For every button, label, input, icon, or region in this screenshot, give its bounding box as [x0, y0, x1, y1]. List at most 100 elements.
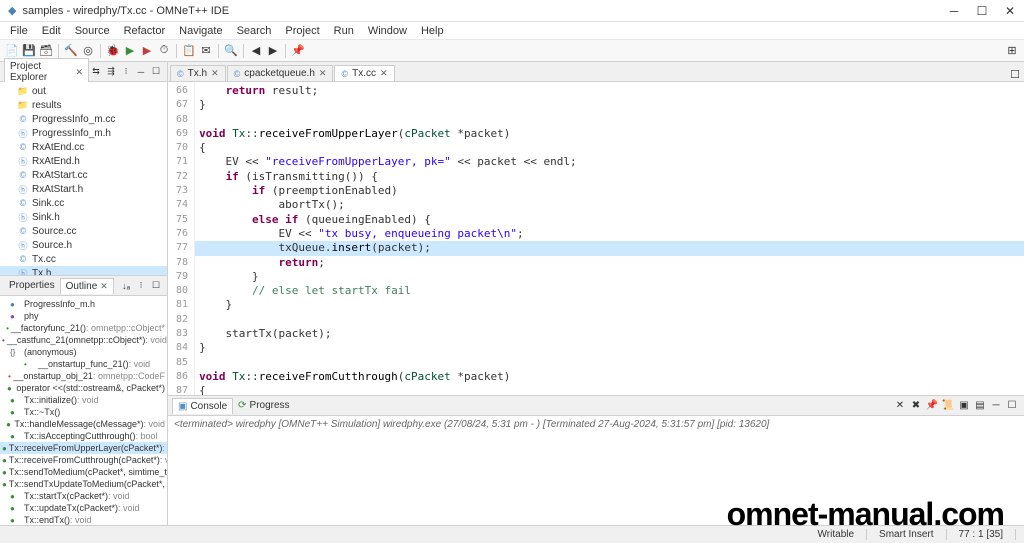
menu-file[interactable]: File — [4, 23, 34, 39]
min-icon[interactable]: ─ — [134, 65, 148, 79]
tree-item[interactable]: ⓗRxAtStart.h — [0, 182, 167, 196]
code-line[interactable]: txQueue.insert(packet); — [195, 241, 1024, 255]
outline-item[interactable]: ●Tx::isAcceptingCutthrough() : bool — [0, 430, 167, 442]
outline-item[interactable]: ●Tx::sendTxUpdateToMedium(cPacket*, si — [0, 478, 167, 490]
debug-icon[interactable]: 🐞 — [105, 43, 121, 59]
console-scroll-icon[interactable]: 📜 — [940, 398, 956, 414]
code-line[interactable]: } — [195, 341, 1024, 355]
target-icon[interactable]: ◎ — [80, 43, 96, 59]
code-line[interactable]: // else let startTx fail — [195, 284, 1024, 298]
console-pin-icon[interactable]: 📌 — [924, 398, 940, 414]
tree-item[interactable]: ©RxAtStart.cc — [0, 168, 167, 182]
code-line[interactable]: abortTx(); — [195, 198, 1024, 212]
external-icon[interactable]: ▶ — [139, 43, 155, 59]
outline-item[interactable]: ●Tx::endTx() : void — [0, 514, 167, 525]
tree-item[interactable]: ⓗSink.h — [0, 210, 167, 224]
filter-icon[interactable]: ⁝ — [119, 65, 133, 79]
code-line[interactable]: } — [195, 270, 1024, 284]
tree-item[interactable]: ©Sink.cc — [0, 196, 167, 210]
console-max-icon[interactable]: ☐ — [1004, 398, 1020, 414]
outline-item[interactable]: ●ProgressInfo_m.h — [0, 298, 167, 310]
close-icon[interactable]: ✕ — [75, 67, 83, 78]
code-line[interactable]: { — [195, 141, 1024, 155]
code-line[interactable]: return result; — [195, 84, 1024, 98]
code-line[interactable]: { — [195, 384, 1024, 395]
save-all-icon[interactable]: 🗃 — [38, 43, 54, 59]
perspective-icon[interactable]: ⊞ — [1004, 43, 1020, 59]
code-line[interactable] — [195, 313, 1024, 327]
new-icon[interactable]: 📄 — [4, 43, 20, 59]
tree-item[interactable]: ⓗSource.h — [0, 238, 167, 252]
code-line[interactable]: void Tx::receiveFromCutthrough(cPacket *… — [195, 370, 1024, 384]
code-line[interactable]: if (isTransmitting()) { — [195, 170, 1024, 184]
code-line[interactable]: } — [195, 98, 1024, 112]
outline-item[interactable]: {}(anonymous) — [0, 346, 167, 358]
code-line[interactable]: EV << "receiveFromUpperLayer, pk=" << pa… — [195, 155, 1024, 169]
outline-item[interactable]: •__factoryfunc_21() : omnetpp::cObject* — [0, 322, 167, 334]
max-icon[interactable]: ☐ — [149, 65, 163, 79]
outline-item[interactable]: ●operator <<(std::ostream&, cPacket*) — [0, 382, 167, 394]
menu-project[interactable]: Project — [279, 23, 325, 39]
maximize-button[interactable]: ☐ — [976, 5, 988, 17]
console-remove-icon[interactable]: ✖ — [908, 398, 924, 414]
outline-item[interactable]: ●Tx::startTx(cPacket*) : void — [0, 490, 167, 502]
close-icon[interactable]: ✕ — [100, 281, 108, 292]
menu-source[interactable]: Source — [69, 23, 116, 39]
code-line[interactable] — [195, 113, 1024, 127]
code-editor[interactable]: 6667686970717273747576777879808182838485… — [168, 82, 1024, 395]
outline-item[interactable]: ●Tx::handleMessage(cMessage*) : void — [0, 418, 167, 430]
progress-tab[interactable]: ⟳ Progress — [233, 398, 294, 413]
profile-icon[interactable]: ⏱ — [156, 43, 172, 59]
tree-item[interactable]: ©RxAtEnd.cc — [0, 140, 167, 154]
run-icon[interactable]: ▶ — [122, 43, 138, 59]
outline-item[interactable]: ●Tx::updateTx(cPacket*) : void — [0, 502, 167, 514]
outline-item[interactable]: ●Tx::sendToMedium(cPacket*, simtime_t) — [0, 466, 167, 478]
code-line[interactable]: if (preemptionEnabled) — [195, 184, 1024, 198]
code-line[interactable]: startTx(packet); — [195, 327, 1024, 341]
tree-item[interactable]: ©Source.cc — [0, 224, 167, 238]
editor-tab[interactable]: ©cpacketqueue.h✕ — [227, 65, 334, 81]
menu-window[interactable]: Window — [362, 23, 413, 39]
code-line[interactable]: void Tx::receiveFromUpperLayer(cPacket *… — [195, 127, 1024, 141]
menu-run[interactable]: Run — [328, 23, 360, 39]
close-icon[interactable]: ✕ — [319, 68, 327, 79]
tree-item[interactable]: 📁out — [0, 84, 167, 98]
console-open-icon[interactable]: ▤ — [972, 398, 988, 414]
tree-item[interactable]: ⓗTx.h — [0, 266, 167, 275]
console-show-icon[interactable]: ▣ — [956, 398, 972, 414]
editor-tab[interactable]: ©Tx.h✕ — [170, 65, 226, 81]
collapse-icon[interactable]: ⇆ — [89, 65, 103, 79]
explorer-tab[interactable]: Project Explorer ✕ — [4, 58, 89, 85]
close-icon[interactable]: ✕ — [211, 68, 219, 79]
new-ned-icon[interactable]: 📋 — [181, 43, 197, 59]
outline-item[interactable]: ●Tx::~Tx() — [0, 406, 167, 418]
tree-item[interactable]: 📁results — [0, 98, 167, 112]
code-area[interactable]: return result;}void Tx::receiveFromUpper… — [195, 82, 1024, 395]
tree-item[interactable]: ©Tx.cc — [0, 252, 167, 266]
properties-tab[interactable]: Properties — [4, 278, 60, 293]
outline-item[interactable]: ●phy — [0, 310, 167, 322]
menu-refactor[interactable]: Refactor — [118, 23, 172, 39]
new-msg-icon[interactable]: ✉ — [198, 43, 214, 59]
search-icon[interactable]: 🔍 — [223, 43, 239, 59]
code-line[interactable]: return; — [195, 256, 1024, 270]
pin-icon[interactable]: 📌 — [290, 43, 306, 59]
code-line[interactable] — [195, 356, 1024, 370]
menu-navigate[interactable]: Navigate — [173, 23, 228, 39]
code-line[interactable]: else if (queueingEnabled) { — [195, 213, 1024, 227]
console-tab[interactable]: ▣ Console — [172, 398, 233, 414]
editor-max-icon[interactable]: ☐ — [1006, 68, 1024, 81]
minimize-button[interactable]: ─ — [948, 5, 960, 17]
back-icon[interactable]: ◀ — [248, 43, 264, 59]
outline-item[interactable]: ●Tx::receiveFromCutthrough(cPacket*) : v — [0, 454, 167, 466]
outline-item[interactable]: •__castfunc_21(omnetpp::cObject*) : void… — [0, 334, 167, 346]
menu-help[interactable]: Help — [415, 23, 450, 39]
close-icon[interactable]: ✕ — [380, 68, 388, 79]
save-icon[interactable]: 💾 — [21, 43, 37, 59]
close-button[interactable]: ✕ — [1004, 5, 1016, 17]
console-clear-icon[interactable]: ✕ — [892, 398, 908, 414]
code-line[interactable]: } — [195, 298, 1024, 312]
console-min-icon[interactable]: ─ — [988, 398, 1004, 414]
outline-item[interactable]: •__onstartup_obj_21 : omnetpp::CodeF — [0, 370, 167, 382]
menu-search[interactable]: Search — [231, 23, 278, 39]
